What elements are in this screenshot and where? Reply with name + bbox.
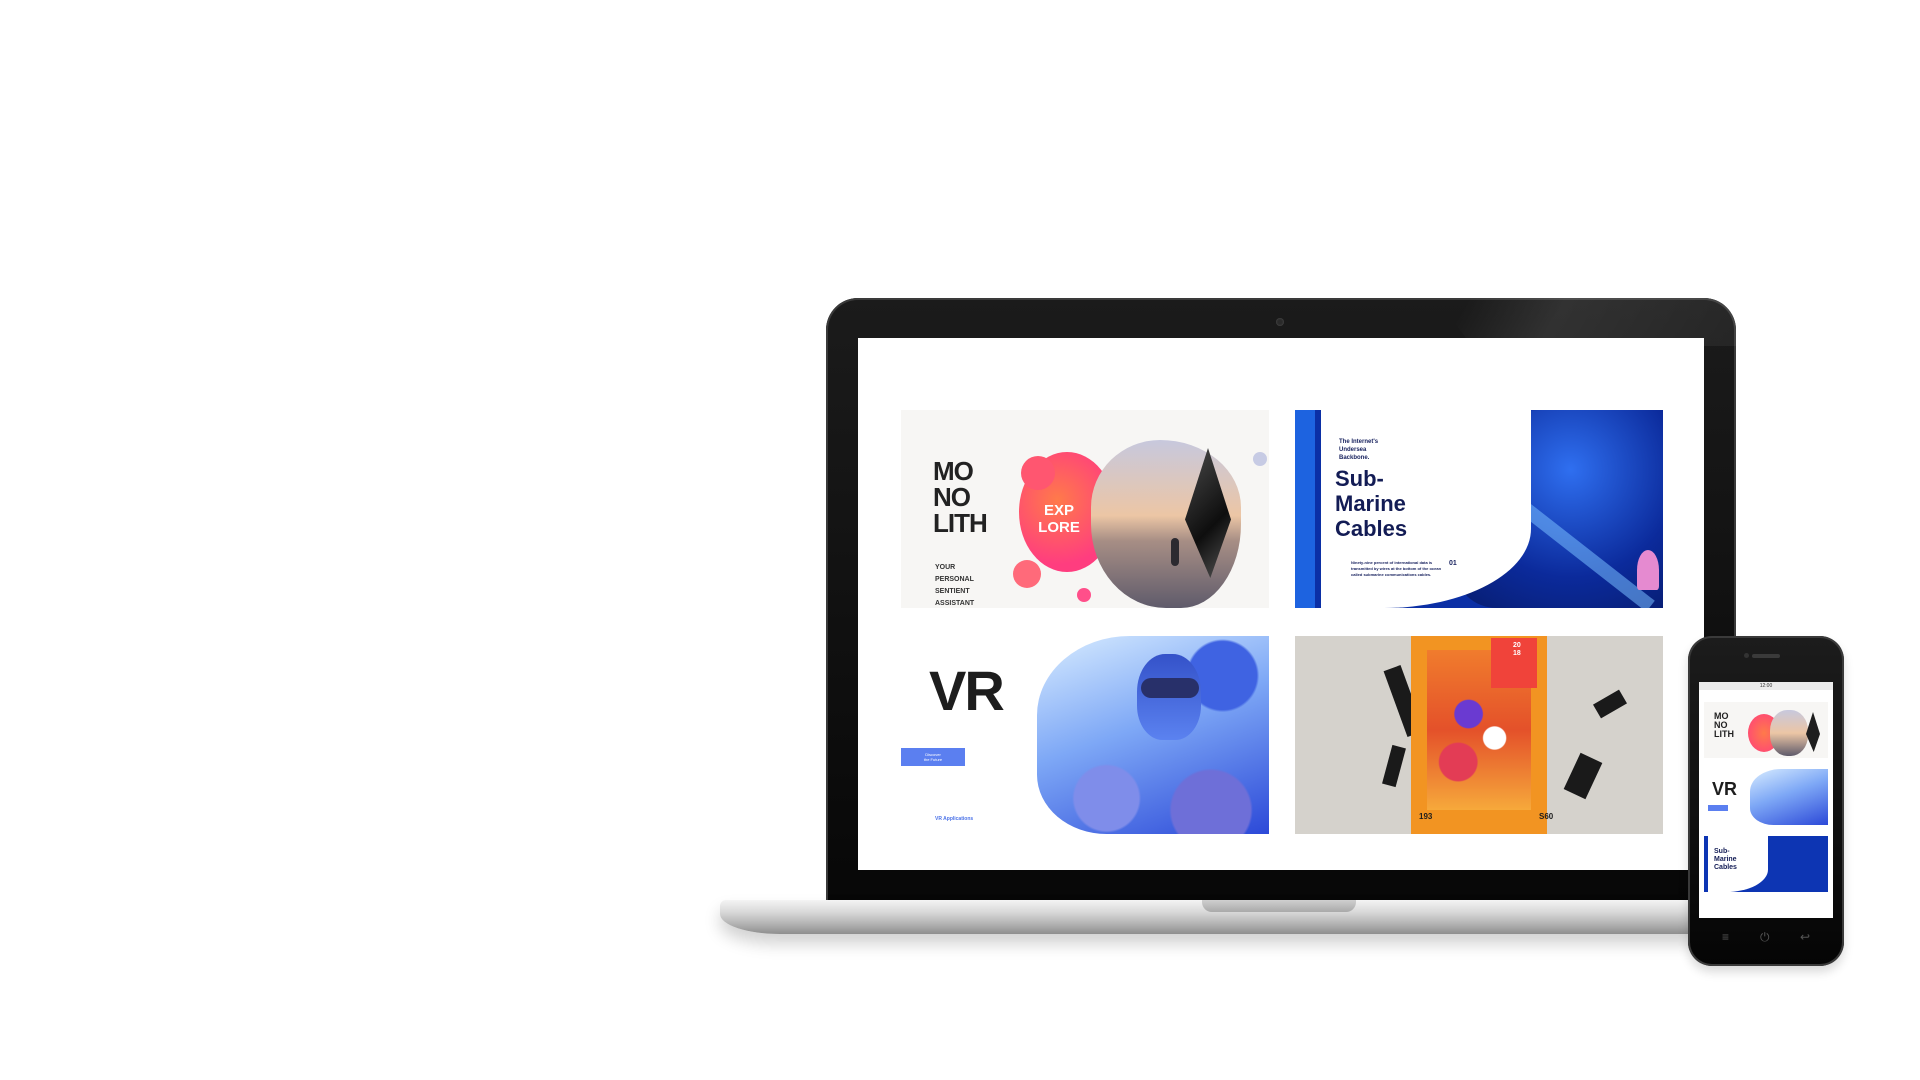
vr-applications-link[interactable]: VR Applications <box>935 816 973 822</box>
vr-title: VR <box>929 659 1005 722</box>
menu-icon[interactable]: ≡ <box>1722 930 1729 944</box>
monolith-title: MO NO LITH <box>933 456 988 538</box>
submarine-body: Ninety-nine percent of international dat… <box>1351 560 1442 577</box>
phone-status-bar: 12:00 <box>1699 682 1833 690</box>
power-icon[interactable]: ⏻ <box>1760 930 1770 945</box>
tile-vr[interactable]: VR Discover the Future VR Applications <box>901 636 1269 834</box>
phone-navigation-bar: ≡ ⏻ ↩ <box>1688 930 1844 950</box>
laptop-screen: MO NO LITH YOUR PERSONAL SENTIENT ASSIST… <box>858 338 1704 870</box>
phone-vr-title: VR <box>1712 779 1738 799</box>
poster-number-left: 193 <box>1419 812 1433 821</box>
phone-submarine-title: Sub- Marine Cables <box>1714 848 1737 871</box>
phone-tile-submarine[interactable]: Sub- Marine Cables <box>1704 836 1828 892</box>
blue-sidebar-strip <box>1295 410 1315 608</box>
pink-blob-image <box>1021 456 1055 490</box>
phone-tile-monolith[interactable]: MO NO LITH <box>1704 702 1828 758</box>
monolith-subtitle: YOUR PERSONAL SENTIENT ASSISTANT <box>935 564 975 607</box>
laptop-opening-notch <box>1202 900 1356 912</box>
tile-monolith[interactable]: MO NO LITH YOUR PERSONAL SENTIENT ASSIST… <box>901 410 1269 608</box>
poster-number-right: S60 <box>1539 812 1554 821</box>
pink-blob-image <box>1077 588 1091 602</box>
back-icon[interactable]: ↩ <box>1800 930 1810 944</box>
vr-illustration <box>1750 769 1828 825</box>
beach-photo <box>1770 710 1808 756</box>
tile-submarine-cables[interactable]: The Internet's Undersea Backbone. Sub- M… <box>1295 410 1663 608</box>
poster-year: 20 18 <box>1513 642 1521 657</box>
laptop-base <box>720 900 1810 934</box>
phone-screen: 12:00 MO NO LITH VR Sub- Marine Cables <box>1699 682 1833 918</box>
laptop-device: MO NO LITH YOUR PERSONAL SENTIENT ASSIST… <box>826 298 1736 910</box>
crystal-image <box>1806 712 1820 752</box>
ink-shard-image <box>1563 752 1603 800</box>
submarine-title: Sub- Marine Cables <box>1335 466 1408 541</box>
decorative-dot <box>1253 452 1267 466</box>
ink-shard-image <box>1382 744 1406 788</box>
pink-blob-image <box>1013 560 1041 588</box>
ink-shard-image <box>1593 689 1627 719</box>
phone-camera-icon <box>1744 653 1749 658</box>
tile-poster-art[interactable]: 20 18 193 S60 <box>1295 636 1663 834</box>
submarine-kicker: The Internet's Undersea Backbone. <box>1339 439 1379 461</box>
vr-headset-icon <box>1141 678 1199 698</box>
webcam-icon <box>1276 318 1284 326</box>
coral-image <box>1637 550 1659 590</box>
surfer-figure <box>1171 538 1179 566</box>
discover-button[interactable]: Discover the Future <box>901 748 965 766</box>
phone-monolith-title: MO NO LITH <box>1714 711 1734 739</box>
phone-discover-button[interactable] <box>1708 805 1728 811</box>
explore-badge: EXP LORE <box>1038 502 1080 536</box>
phone-speaker <box>1752 654 1780 658</box>
phone-device: 12:00 MO NO LITH VR Sub- Marine Cables ≡… <box>1688 636 1844 966</box>
phone-tile-vr[interactable]: VR <box>1704 769 1828 825</box>
slide-number: 01 <box>1449 560 1457 567</box>
